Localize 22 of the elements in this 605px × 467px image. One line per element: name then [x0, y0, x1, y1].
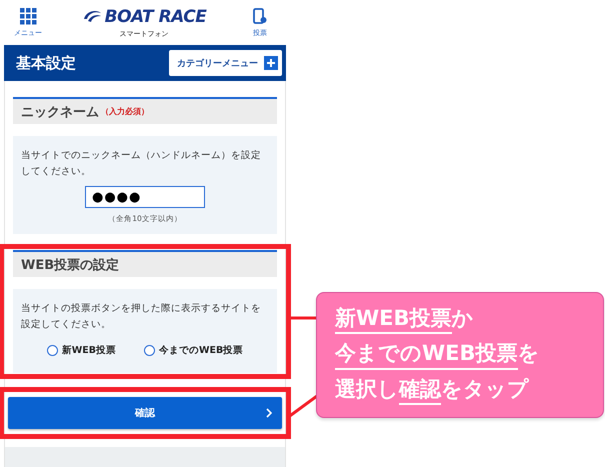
- section-description: 当サイトの投票ボタンを押した際に表示するサイトを設定してください。: [21, 302, 262, 332]
- category-menu-button[interactable]: カテゴリーメニュー: [169, 50, 282, 76]
- logo-text: BOAT RACE: [104, 6, 206, 26]
- callout-text: 今までのWEB投票を: [335, 337, 585, 373]
- radio-option[interactable]: 今までのWEB投票: [144, 344, 244, 357]
- radio-button[interactable]: [144, 344, 155, 356]
- phone-icon: [253, 8, 267, 24]
- nickname-field[interactable]: ●●●●: [85, 186, 205, 208]
- logo-icon: [82, 9, 102, 24]
- section-description: 当サイトでのニックネーム（ハンドルネーム）を設定してください。: [21, 149, 262, 180]
- confirm-button[interactable]: 確認: [8, 396, 282, 429]
- menu-icon: [20, 8, 36, 24]
- section-title: ニックネーム: [21, 104, 99, 120]
- radio-option[interactable]: 新WEB投票: [46, 344, 116, 357]
- radio-button[interactable]: [46, 344, 58, 356]
- callout-text: 選択し確認をタップ: [335, 372, 585, 408]
- section-title: WEB投票の設定: [21, 256, 120, 274]
- required-note: （入力必須）: [101, 106, 149, 117]
- page-title: 基本設定: [16, 54, 76, 72]
- plus-icon: [264, 56, 278, 70]
- callout-text: 新WEB投票か: [335, 302, 585, 338]
- chevron-icon: [266, 408, 272, 418]
